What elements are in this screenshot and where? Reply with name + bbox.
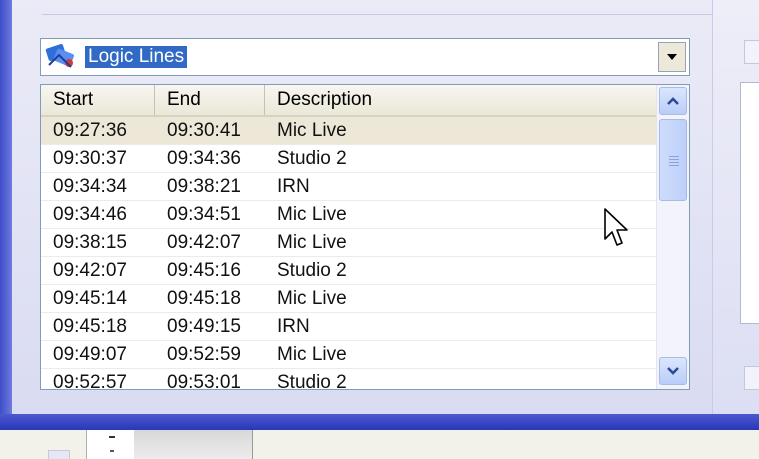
- right-panel-control[interactable]: [744, 40, 759, 64]
- window-left-border: [0, 0, 12, 430]
- cell-start: 09:30:37: [53, 148, 127, 169]
- scroll-down-button[interactable]: [659, 357, 687, 385]
- window-frame: Logic Lines Start End Description 09:27:…: [0, 0, 759, 430]
- cell-start: 09:45:14: [53, 288, 127, 309]
- table-row[interactable]: 09:42:07 09:45:16 Studio 2: [41, 257, 657, 285]
- bottom-control[interactable]: [48, 450, 70, 459]
- chevron-up-icon: [667, 97, 679, 105]
- cell-end: 09:45:18: [167, 288, 241, 309]
- cell-end: 09:30:41: [167, 120, 241, 141]
- cell-end: 09:34:51: [167, 204, 241, 225]
- cell-description: Mic Live: [277, 232, 347, 253]
- cell-start: 09:45:18: [53, 316, 127, 337]
- column-header-end[interactable]: End: [155, 85, 265, 115]
- top-divider: [42, 14, 722, 15]
- logic-lines-list[interactable]: Start End Description 09:27:36 09:30:41 Mi…: [40, 84, 690, 390]
- table-row[interactable]: 09:52:57 09:53:01 Studio 2: [41, 369, 657, 390]
- table-row[interactable]: 09:38:15 09:42:07 Mic Live: [41, 229, 657, 257]
- column-header-description[interactable]: Description: [265, 85, 657, 115]
- mouse-cursor-icon: [604, 208, 628, 246]
- cell-end: 09:53:01: [167, 372, 241, 390]
- bottom-mark: [110, 450, 114, 452]
- table-row[interactable]: 09:27:36 09:30:41 Mic Live: [41, 117, 657, 145]
- combo-selected-value: Logic Lines: [85, 46, 188, 68]
- bottom-panel-white: [86, 430, 135, 459]
- table-row[interactable]: 09:45:14 09:45:18 Mic Live: [41, 285, 657, 313]
- thumb-grip-line: [669, 165, 679, 166]
- cell-end: 09:49:15: [167, 316, 241, 337]
- cell-end: 09:52:59: [167, 344, 241, 365]
- list-rows: 09:27:36 09:30:41 Mic Live 09:30:37 09:34:36…: [41, 117, 657, 390]
- cell-end: 09:34:36: [167, 148, 241, 169]
- table-row[interactable]: 09:30:37 09:34:36 Studio 2: [41, 145, 657, 173]
- cell-end: 09:38:21: [167, 176, 241, 197]
- logic-lines-icon: [45, 43, 79, 71]
- table-row[interactable]: 09:34:34 09:38:21 IRN: [41, 173, 657, 201]
- scroll-up-button[interactable]: [659, 87, 687, 115]
- bottom-strip: [0, 430, 759, 459]
- column-header-start[interactable]: Start: [41, 85, 155, 115]
- cell-start: 09:38:15: [53, 232, 127, 253]
- thumb-grip-line: [669, 162, 679, 163]
- cell-start: 09:49:07: [53, 344, 127, 365]
- cell-start: 09:42:07: [53, 260, 127, 281]
- cell-description: Mic Live: [277, 344, 347, 365]
- scroll-thumb[interactable]: [659, 119, 687, 201]
- cell-description: Mic Live: [277, 120, 347, 141]
- right-panel-control-bottom[interactable]: [744, 366, 759, 390]
- cell-description: Studio 2: [277, 148, 347, 169]
- cell-description: Studio 2: [277, 260, 347, 281]
- chevron-down-icon: [667, 367, 679, 375]
- bottom-panel-grey: [134, 430, 253, 459]
- cell-description: IRN: [277, 316, 310, 337]
- cell-description: IRN: [277, 176, 310, 197]
- cell-start: 09:34:46: [53, 204, 127, 225]
- cell-description: Studio 2: [277, 372, 347, 390]
- app-window: Logic Lines Start End Description 09:27:…: [0, 0, 759, 459]
- bottom-mark: [109, 436, 115, 438]
- thumb-grip-line: [669, 159, 679, 160]
- view-select-combo[interactable]: Logic Lines: [40, 38, 690, 76]
- cell-description: Mic Live: [277, 288, 347, 309]
- cell-description: Mic Live: [277, 204, 347, 225]
- dropdown-button[interactable]: [658, 42, 686, 72]
- cell-end: 09:45:16: [167, 260, 241, 281]
- table-row[interactable]: 09:45:18 09:49:15 IRN: [41, 313, 657, 341]
- cell-start: 09:52:57: [53, 372, 127, 390]
- list-header: Start End Description: [41, 85, 657, 117]
- table-row[interactable]: 09:34:46 09:34:51 Mic Live: [41, 201, 657, 229]
- cell-start: 09:27:36: [53, 120, 127, 141]
- window-bottom-border: [0, 414, 759, 430]
- cell-end: 09:42:07: [167, 232, 241, 253]
- table-row[interactable]: 09:49:07 09:52:59 Mic Live: [41, 341, 657, 369]
- right-panel-box: [740, 82, 759, 324]
- chevron-down-icon: [667, 54, 677, 60]
- vertical-scrollbar[interactable]: [656, 85, 689, 389]
- cell-start: 09:34:34: [53, 176, 127, 197]
- thumb-grip-line: [669, 156, 679, 157]
